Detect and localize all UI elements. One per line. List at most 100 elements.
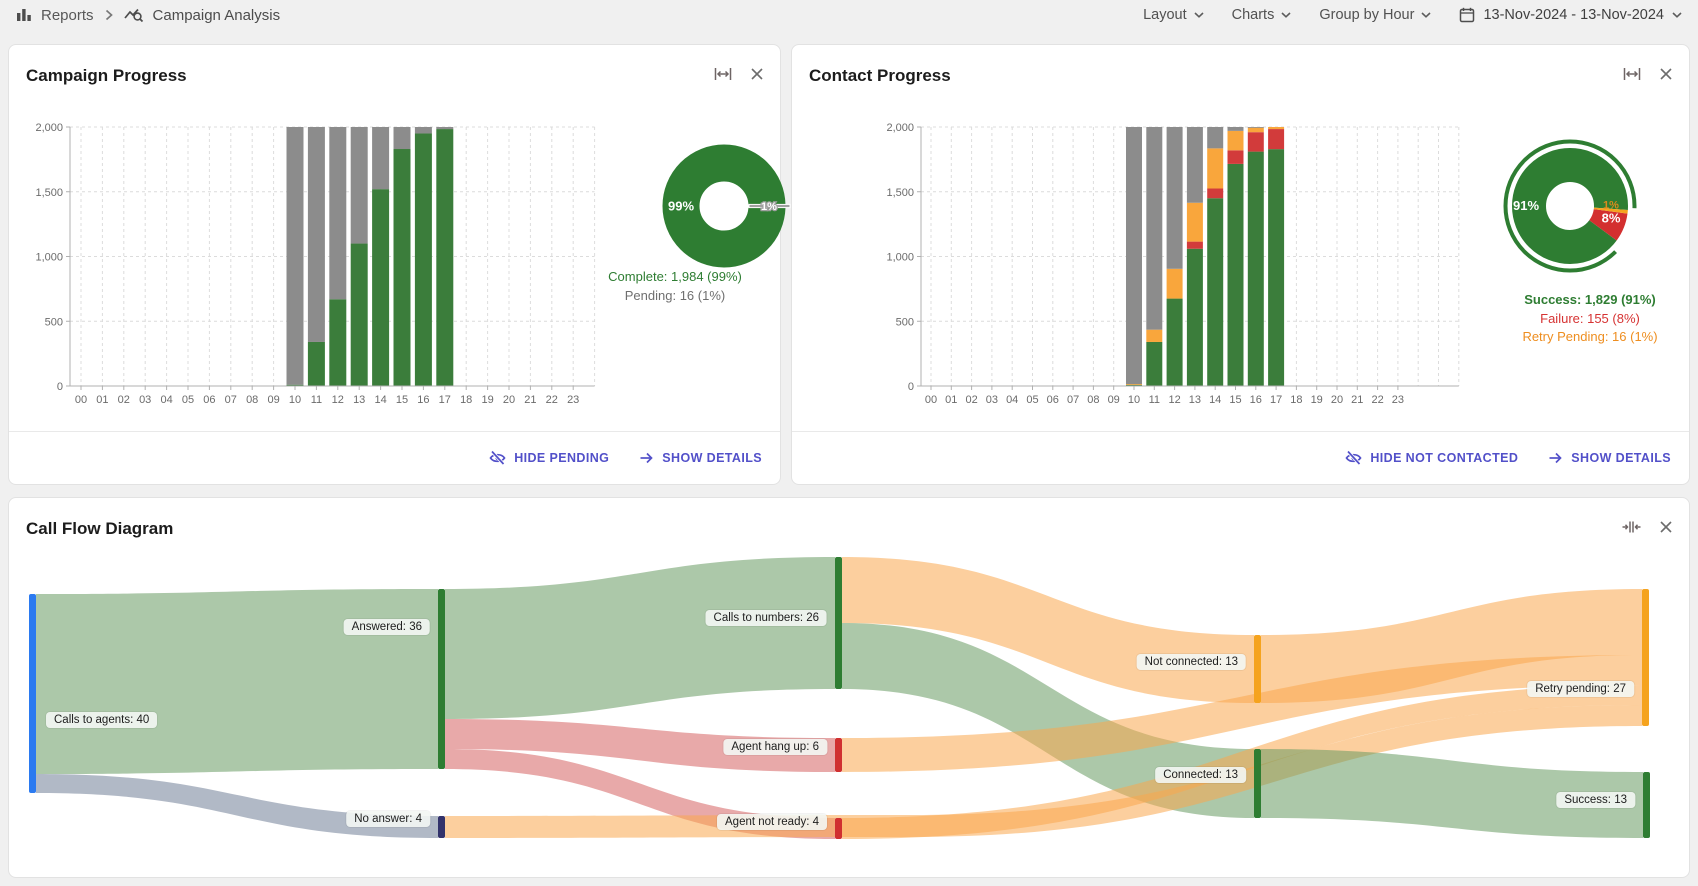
arrow-right-icon <box>1548 451 1563 465</box>
date-range-label: 13-Nov-2024 - 13-Nov-2024 <box>1483 7 1664 23</box>
breadcrumb-reports[interactable]: Reports <box>41 7 94 24</box>
campaign-legend: Complete: 1,984 (99%) Pending: 16 (1%) <box>565 268 785 305</box>
svg-text:0: 0 <box>57 381 63 393</box>
chevron-down-icon <box>1421 12 1431 18</box>
campaign-card-footer: HIDE PENDING SHOW DETAILS <box>9 431 780 484</box>
svg-text:03: 03 <box>139 394 151 406</box>
svg-text:2,000: 2,000 <box>886 122 914 134</box>
svg-text:16: 16 <box>417 394 429 406</box>
layout-menu-label: Layout <box>1143 7 1187 23</box>
svg-text:05: 05 <box>182 394 194 406</box>
layout-menu[interactable]: Layout <box>1143 7 1204 23</box>
contact-progress-card: Contact Progress 05001,0001,5002,0000001… <box>791 44 1690 485</box>
breadcrumb-current: Campaign Analysis <box>153 7 281 24</box>
svg-text:1,000: 1,000 <box>886 252 914 264</box>
bar-chart-icon <box>16 7 32 23</box>
legend-retry-pending: Retry Pending: 16 (1%) <box>1490 328 1690 347</box>
sankey-label-not-connected: Not connected: 13 <box>1137 654 1246 670</box>
contact-card-footer: HIDE NOT CONTACTED SHOW DETAILS <box>792 431 1689 484</box>
date-range-picker[interactable]: 13-Nov-2024 - 13-Nov-2024 <box>1459 7 1682 23</box>
legend-pending: Pending: 16 (1%) <box>565 287 785 306</box>
svg-text:07: 07 <box>1067 394 1079 406</box>
svg-text:500: 500 <box>45 316 63 328</box>
svg-text:10: 10 <box>1128 394 1140 406</box>
svg-text:11: 11 <box>1149 394 1160 406</box>
sankey-label-connected: Connected: 13 <box>1155 767 1246 783</box>
topbar-menus: Layout Charts Group by Hour 13-Nov-2024 … <box>1143 7 1682 23</box>
svg-text:05: 05 <box>1026 394 1038 406</box>
svg-text:13: 13 <box>353 394 365 406</box>
hide-pending-button[interactable]: HIDE PENDING <box>489 450 609 466</box>
sankey-label-calls-to-numbers: Calls to numbers: 26 <box>706 610 827 626</box>
hide-not-contacted-button[interactable]: HIDE NOT CONTACTED <box>1345 450 1518 466</box>
chevron-right-icon <box>105 9 113 21</box>
call-flow-card: Call Flow Diagram Calls to agents: 40 An… <box>8 497 1690 878</box>
svg-text:04: 04 <box>1006 394 1018 406</box>
svg-text:08: 08 <box>246 394 258 406</box>
svg-text:21: 21 <box>524 394 536 406</box>
svg-text:19: 19 <box>1311 394 1323 406</box>
sankey-label-agent-not-ready: Agent not ready: 4 <box>717 814 827 830</box>
group-by-menu-label: Group by Hour <box>1319 7 1414 23</box>
svg-text:01: 01 <box>96 394 108 406</box>
hide-not-contacted-label: HIDE NOT CONTACTED <box>1370 451 1518 465</box>
eye-off-icon <box>1345 450 1362 466</box>
contact-show-details-button[interactable]: SHOW DETAILS <box>1548 451 1671 465</box>
top-bar: Reports Campaign Analysis Layout Charts … <box>0 0 1698 30</box>
svg-text:00: 00 <box>75 394 87 406</box>
svg-text:02: 02 <box>965 394 977 406</box>
svg-text:500: 500 <box>896 316 914 328</box>
svg-text:1,000: 1,000 <box>35 252 63 264</box>
svg-text:09: 09 <box>267 394 279 406</box>
chevron-down-icon <box>1194 12 1204 18</box>
svg-text:2,000: 2,000 <box>35 122 63 134</box>
chevron-down-icon <box>1672 12 1682 18</box>
svg-text:22: 22 <box>546 394 558 406</box>
svg-text:17: 17 <box>1270 394 1282 406</box>
svg-text:1,500: 1,500 <box>35 187 63 199</box>
svg-text:15: 15 <box>1229 394 1241 406</box>
campaign-donut-chart: 99% 1% <box>657 139 791 273</box>
campaign-donut-main-pct: 99% <box>668 199 694 214</box>
sankey-label-no-answer: No answer: 4 <box>346 811 430 827</box>
svg-text:12: 12 <box>332 394 344 406</box>
svg-text:04: 04 <box>160 394 172 406</box>
svg-text:14: 14 <box>1209 394 1221 406</box>
trend-search-icon <box>124 7 144 23</box>
contact-donut-chart: 91% 1% 8% <box>1495 131 1645 281</box>
svg-text:17: 17 <box>439 394 451 406</box>
svg-text:03: 03 <box>986 394 998 406</box>
svg-text:18: 18 <box>460 394 472 406</box>
group-by-menu[interactable]: Group by Hour <box>1319 7 1431 23</box>
svg-text:00: 00 <box>925 394 937 406</box>
svg-text:15: 15 <box>396 394 408 406</box>
svg-text:14: 14 <box>374 394 386 406</box>
arrow-right-icon <box>639 451 654 465</box>
sankey-label-retry-pending: Retry pending: 27 <box>1527 681 1634 697</box>
svg-text:01: 01 <box>945 394 957 406</box>
sankey-label-calls-to-agents: Calls to agents: 40 <box>46 712 157 728</box>
svg-text:07: 07 <box>225 394 237 406</box>
charts-menu[interactable]: Charts <box>1232 7 1292 23</box>
svg-text:16: 16 <box>1250 394 1262 406</box>
svg-text:20: 20 <box>503 394 515 406</box>
breadcrumb: Reports Campaign Analysis <box>16 7 280 24</box>
svg-text:09: 09 <box>1108 394 1120 406</box>
svg-text:0: 0 <box>908 381 914 393</box>
legend-complete: Complete: 1,984 (99%) <box>565 268 785 287</box>
chevron-down-icon <box>1281 12 1291 18</box>
sankey-label-success: Success: 13 <box>1556 792 1635 808</box>
svg-text:21: 21 <box>1351 394 1363 406</box>
sankey-label-answered: Answered: 36 <box>344 619 430 635</box>
legend-failure: Failure: 155 (8%) <box>1490 310 1690 329</box>
svg-text:1,500: 1,500 <box>886 187 914 199</box>
svg-text:23: 23 <box>567 394 579 406</box>
contact-legend: Success: 1,829 (91%) Failure: 155 (8%) R… <box>1490 291 1690 347</box>
svg-text:20: 20 <box>1331 394 1343 406</box>
svg-text:18: 18 <box>1290 394 1302 406</box>
legend-success: Success: 1,829 (91%) <box>1490 291 1690 310</box>
svg-text:13: 13 <box>1189 394 1201 406</box>
svg-text:06: 06 <box>1047 394 1059 406</box>
campaign-show-details-button[interactable]: SHOW DETAILS <box>639 451 762 465</box>
svg-text:22: 22 <box>1371 394 1383 406</box>
